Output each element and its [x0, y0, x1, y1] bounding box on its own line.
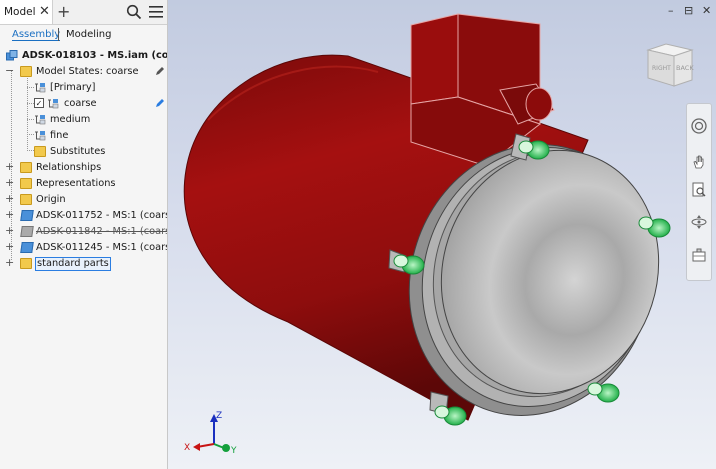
- tree-item-label: fine: [50, 130, 69, 141]
- folder-icon: [20, 162, 32, 173]
- tree-item-medium[interactable]: medium: [0, 112, 167, 127]
- edit-pencil-icon[interactable]: [155, 98, 165, 108]
- graphics-viewport[interactable]: – ⊟ ✕ RIGHT BACK Z X Y: [168, 0, 716, 469]
- checkbox-checked[interactable]: ✓: [34, 98, 44, 108]
- tree-item-label: Model States: coarse: [36, 66, 139, 77]
- tree-item-substitutes[interactable]: Substitutes: [0, 144, 167, 159]
- coordinate-triad: Z X Y: [184, 411, 237, 456]
- tree-item-relationships[interactable]: + Relationships: [0, 160, 167, 175]
- tree-item-label: medium: [50, 114, 91, 125]
- tree-item-root-assembly[interactable]: ADSK-018103 - MS.iam (coarse: [0, 48, 167, 63]
- edit-pencil-icon[interactable]: [155, 66, 165, 76]
- tree-item-label: [Primary]: [50, 82, 96, 93]
- search-icon[interactable]: [126, 4, 142, 20]
- tree-item-part[interactable]: + ADSK-011245 - MS:1 (coarse): [0, 240, 167, 255]
- folder-icon: [20, 66, 32, 77]
- tree-item-origin[interactable]: + Origin: [0, 192, 167, 207]
- steering-wheel-icon[interactable]: [691, 118, 707, 134]
- collapse-icon[interactable]: −: [5, 63, 14, 78]
- expand-icon[interactable]: +: [5, 239, 14, 254]
- model-state-icon: [35, 131, 46, 141]
- viewcube-right-label: RIGHT: [652, 65, 671, 72]
- folder-icon: [20, 194, 32, 205]
- tab-divider: [58, 28, 59, 41]
- part-icon: [20, 226, 34, 237]
- tree-item-standard-parts[interactable]: + standard parts: [0, 256, 167, 271]
- tree-item-label: ADSK-011842 - MS:1 (coarse): [36, 226, 168, 237]
- folder-icon: [20, 178, 32, 189]
- expand-icon[interactable]: +: [5, 175, 14, 190]
- tree-item-primary[interactable]: [Primary]: [0, 80, 167, 95]
- tab-model[interactable]: Model ✕: [0, 0, 53, 24]
- tree-item-label: ADSK-018103 - MS.iam (coarse: [22, 50, 168, 61]
- expand-icon[interactable]: +: [5, 159, 14, 174]
- viewcube-icon[interactable]: RIGHT BACK: [644, 42, 696, 88]
- browser-mode-tabs: Assembly Modeling: [0, 27, 167, 43]
- folder-icon: [20, 258, 32, 269]
- tab-model-label: Model: [4, 6, 36, 18]
- tree-item-label: ADSK-011752 - MS:1 (coarse): [36, 210, 168, 221]
- tree-item-label: Representations: [36, 178, 116, 189]
- close-icon[interactable]: ✕: [39, 4, 50, 19]
- browser-tab-bar: Model ✕ +: [0, 0, 167, 25]
- tree-item-part-suppressed[interactable]: + ADSK-011842 - MS:1 (coarse): [0, 224, 167, 239]
- tree-item-label: ADSK-011245 - MS:1 (coarse): [36, 242, 168, 253]
- axis-x-label: X: [184, 443, 190, 453]
- pan-hand-icon[interactable]: [691, 154, 707, 170]
- model-state-icon: [35, 115, 46, 125]
- tree-item-label: Substitutes: [50, 146, 106, 157]
- tree-item-coarse[interactable]: ✓ coarse: [0, 96, 167, 111]
- tree-item-model-states[interactable]: − Model States: coarse: [0, 64, 167, 79]
- viewcube-back-label: BACK: [676, 64, 694, 72]
- tree-item-label: standard parts: [35, 257, 111, 271]
- zoom-icon[interactable]: [691, 182, 707, 198]
- expand-icon[interactable]: +: [5, 223, 14, 238]
- tree-item-label: Relationships: [36, 162, 102, 173]
- tree-item-label: coarse: [64, 98, 97, 109]
- part-icon: [20, 242, 34, 253]
- part-icon: [20, 210, 34, 221]
- model-browser-panel: Model ✕ + Assembly Modeling ADSK-018103 …: [0, 0, 168, 469]
- tree-item-part[interactable]: + ADSK-011752 - MS:1 (coarse): [0, 208, 167, 223]
- expand-icon[interactable]: +: [5, 207, 14, 222]
- assembly-model[interactable]: [168, 0, 716, 469]
- look-at-icon[interactable]: [691, 248, 707, 264]
- model-state-icon: [48, 99, 59, 109]
- menu-icon[interactable]: [149, 6, 163, 18]
- axis-y-label: Y: [230, 446, 237, 456]
- expand-icon[interactable]: +: [5, 255, 14, 270]
- tree-item-representations[interactable]: + Representations: [0, 176, 167, 191]
- assembly-icon: [6, 50, 18, 61]
- model-state-icon: [35, 83, 46, 93]
- tree-item-fine[interactable]: fine: [0, 128, 167, 143]
- tab-modeling[interactable]: Modeling: [66, 29, 112, 40]
- axis-z-label: Z: [216, 411, 222, 421]
- orbit-icon[interactable]: [691, 214, 707, 230]
- tab-assembly[interactable]: Assembly: [12, 29, 61, 41]
- tree-item-label: Origin: [36, 194, 66, 205]
- expand-icon[interactable]: +: [5, 191, 14, 206]
- folder-icon: [34, 146, 46, 157]
- add-tab-icon[interactable]: +: [57, 2, 70, 21]
- navigation-bar: [686, 103, 712, 281]
